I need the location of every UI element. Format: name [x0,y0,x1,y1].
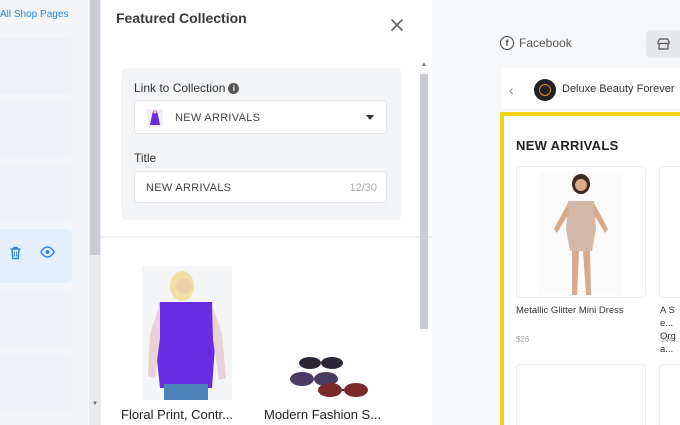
title-input[interactable]: NEW ARRIVALS 12/30 [134,171,387,203]
scroll-up-arrow-icon[interactable]: ▲ [421,62,427,68]
caret-down-icon[interactable] [366,115,374,120]
collection-thumbnail [147,109,163,127]
featured-collection-modal: Featured Collection Link to Collection i … [101,0,432,425]
product-image [284,353,376,399]
link-label-text: Link to Collection [134,81,226,95]
product-name: Modern Fashion S... [264,407,382,422]
scrollbar-thumb[interactable] [90,0,100,255]
store-icon [657,38,670,50]
preview-product-card[interactable] [659,166,680,298]
preview-product-name: Metallic Glitter Mini Dress [516,305,624,316]
section-card[interactable] [0,165,72,221]
section-card[interactable] [0,101,72,157]
title-input-value: NEW ARRIVALS [146,182,232,194]
section-card[interactable] [0,38,72,94]
facebook-tab-label: Facebook [519,36,572,50]
section-card[interactable] [0,291,72,347]
product-image [539,171,623,295]
preview-product-card[interactable] [659,364,680,425]
collection-select-value: NEW ARRIVALS [175,112,261,124]
preview-product-card[interactable] [516,364,646,425]
title-label: Title [134,151,157,165]
link-to-collection-label: Link to Collection i [134,81,240,95]
close-icon[interactable] [388,16,406,34]
preview-product-price: $44... [660,335,680,344]
section-card-active[interactable] [0,229,72,283]
store-logo [534,79,556,101]
modal-title: Featured Collection [116,10,247,26]
store-tab[interactable] [646,30,680,58]
title-char-counter: 12/30 [349,182,377,194]
facebook-tab[interactable]: f Facebook [500,36,572,50]
scroll-down-arrow-icon[interactable]: ▼ [92,401,98,407]
left-scrollbar[interactable]: ▼ [89,0,101,425]
product-image [142,266,232,400]
preview-product-price: $26 [516,335,530,344]
chevron-left-icon[interactable]: ‹ [509,82,514,98]
divider [101,236,432,238]
info-icon[interactable]: i [228,83,240,94]
left-panel: All Shop Pages [0,0,88,425]
product-name: Floral Print, Contr... [121,407,233,422]
facebook-icon: f [500,36,514,50]
collection-select[interactable]: NEW ARRIVALS [134,100,387,134]
modal-scrollbar[interactable]: ▲ [418,62,430,402]
collection-title: NEW ARRIVALS [516,138,619,153]
section-card[interactable] [0,355,72,411]
preview-product-name: A Se... Orga... [660,305,676,355]
preview-product-card[interactable] [516,166,646,298]
product-item[interactable]: Modern Fashion S... [264,350,404,424]
trash-icon[interactable] [9,246,22,260]
store-header: ‹ Deluxe Beauty Forever [502,68,680,110]
page: All Shop Pages ▼ Featured Collection Lin… [0,0,680,425]
eye-icon[interactable] [40,246,55,260]
store-name: Deluxe Beauty Forever [562,83,675,95]
featured-collection-preview[interactable]: NEW ARRIVALS Metallic Glitter Mini Dress… [500,112,680,425]
settings-panel: Link to Collection i NEW ARRIVALS Title N… [121,68,402,220]
scrollbar-thumb[interactable] [420,74,428,329]
all-shop-pages-link[interactable]: All Shop Pages [0,9,68,20]
product-item[interactable]: Floral Print, Contr... [121,264,256,424]
preview-panel: f Facebook ‹ Deluxe Beauty Forever NEW A… [432,0,680,425]
